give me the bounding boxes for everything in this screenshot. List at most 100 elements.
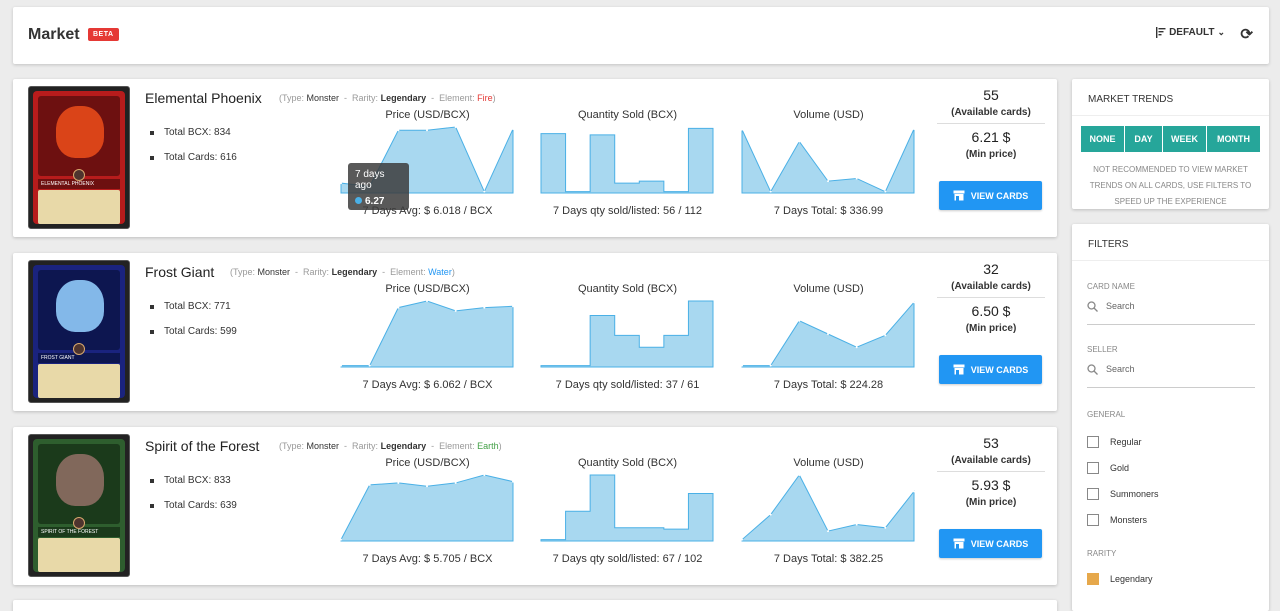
card-stats: Total BCX: 833 Total Cards: 639	[150, 475, 237, 525]
price-chart-svg[interactable]	[340, 299, 515, 369]
card-name-label: CARD NAME	[1087, 282, 1136, 291]
card-name[interactable]: Frost Giant	[145, 264, 214, 280]
card-stats: Total BCX: 771 Total Cards: 599	[150, 301, 237, 351]
checkbox-box	[1087, 488, 1099, 500]
total-bcx: Total BCX: 771	[150, 301, 237, 312]
foot-label: 7 Days Total:	[773, 205, 838, 217]
card-row-partial	[13, 600, 1057, 611]
page-title: Market	[28, 26, 80, 43]
trend-day-button[interactable]: DAY	[1125, 126, 1163, 152]
card-image[interactable]: FROST GIANT	[28, 260, 130, 403]
vol-point	[798, 140, 801, 143]
chart-foot: 7 Days Total: $ 336.99	[741, 205, 916, 217]
seller-label: SELLER	[1087, 345, 1118, 354]
vol-point	[884, 334, 887, 337]
seller-input[interactable]: Search	[1087, 364, 1255, 388]
quantity-chart-svg[interactable]	[540, 299, 715, 369]
vol-point	[769, 513, 772, 516]
price-chart-svg[interactable]	[340, 473, 515, 543]
foot-label: 7 Days Avg:	[362, 379, 421, 391]
view-cards-button[interactable]: VIEW CARDS	[939, 355, 1042, 384]
chart-title: Volume (USD)	[793, 109, 864, 121]
foot-value: 37 / 61	[665, 379, 700, 391]
market-trends-panel: MARKET TRENDS NONE DAY WEEK MONTH NOT RE…	[1072, 79, 1269, 209]
card-image[interactable]: SPIRIT OF THE FOREST	[28, 434, 130, 577]
rarity-label: Rarity:	[352, 441, 379, 451]
trend-month-button[interactable]: MONTH	[1207, 126, 1260, 152]
foot-value: 56 / 112	[663, 205, 702, 217]
volume-chart: Volume (USD) 7 Days Total: $ 224.28	[741, 283, 916, 391]
quantity-chart: Quantity Sold (BCX) 7 Days qty sold/list…	[540, 109, 715, 217]
view-cards-button[interactable]: VIEW CARDS	[939, 181, 1042, 210]
card-stats: Total BCX: 834 Total Cards: 616	[150, 127, 237, 177]
price-point	[340, 182, 342, 185]
chart-title: Quantity Sold (BCX)	[577, 283, 678, 295]
volume-chart-svg[interactable]	[741, 473, 916, 543]
vol-point	[913, 301, 915, 304]
price-chart: Price (USD/BCX) 7 Days Avg: $ 5.705 / BC…	[340, 457, 515, 565]
chart-title: Quantity Sold (BCX)	[577, 109, 678, 121]
type-label: (Type:	[279, 93, 305, 103]
quantity-chart: Quantity Sold (BCX) 7 Days qty sold/list…	[540, 283, 715, 391]
card-name[interactable]: Elemental Phoenix	[145, 90, 262, 106]
price-point	[483, 474, 486, 476]
refresh-icon[interactable]: ⟳	[1240, 25, 1253, 43]
total-cards-label: Total Cards:	[164, 500, 218, 511]
foot-value: $ 336.99	[840, 205, 884, 217]
element-value: Fire	[477, 93, 493, 103]
price-point	[454, 126, 457, 128]
foot-value: $ 382.25	[840, 553, 884, 565]
vol-point	[855, 523, 858, 526]
filters-panel: FILTERS CARD NAME Search SELLER Search G…	[1072, 224, 1269, 611]
chart-foot: 7 Days qty sold/listed: 67 / 102	[540, 553, 715, 565]
card-availability: 32 (Available cards) 6.50 $ (Min price)	[937, 261, 1045, 334]
chart-foot: 7 Days Avg: $ 5.705 / BCX	[340, 553, 515, 565]
store-icon	[953, 190, 965, 201]
quantity-chart-svg[interactable]	[540, 125, 715, 195]
foot-value: $ 224.28	[840, 379, 884, 391]
trend-none-button[interactable]: NONE	[1081, 126, 1125, 152]
card-art	[38, 96, 120, 176]
card-name-input[interactable]: Search	[1087, 301, 1255, 325]
filter-monsters-checkbox[interactable]: Monsters	[1087, 507, 1269, 533]
total-cards: Total Cards: 616	[150, 152, 237, 163]
card-meta: (Type: Monster - Rarity: Legendary - Ele…	[230, 267, 455, 277]
filter-gold-checkbox[interactable]: Gold	[1087, 455, 1269, 481]
filter-legendary-checkbox[interactable]: Legendary	[1087, 566, 1269, 592]
view-cards-label: VIEW CARDS	[970, 538, 1029, 549]
rarity-label: Rarity:	[303, 267, 330, 277]
qty-area	[540, 474, 714, 542]
price-point	[483, 190, 486, 193]
card-row: SPIRIT OF THE FOREST Spirit of the Fores…	[13, 427, 1057, 585]
sort-dropdown[interactable]: DEFAULT ⌄	[1155, 27, 1225, 38]
foot-value: $ 6.018 / BCX	[424, 205, 493, 217]
view-cards-button[interactable]: VIEW CARDS	[939, 529, 1042, 558]
qty-area	[540, 127, 714, 194]
checkbox-label: Regular	[1110, 437, 1142, 447]
vol-point	[769, 190, 772, 193]
total-bcx-value: 771	[214, 301, 231, 312]
quantity-chart-svg[interactable]	[540, 473, 715, 543]
vol-point	[769, 364, 772, 367]
card-name[interactable]: Spirit of the Forest	[145, 438, 259, 454]
filter-summoners-checkbox[interactable]: Summoners	[1087, 481, 1269, 507]
price-point	[426, 300, 428, 302]
volume-chart-svg[interactable]	[741, 299, 916, 369]
total-cards: Total Cards: 599	[150, 326, 237, 337]
chart-title: Price (USD/BCX)	[385, 109, 470, 121]
foot-label: 7 Days qty sold/listed:	[552, 205, 660, 217]
trend-buttons: NONE DAY WEEK MONTH	[1081, 126, 1269, 152]
element-label: Element:	[439, 441, 475, 451]
filter-regular-checkbox[interactable]: Regular	[1087, 429, 1269, 455]
store-icon	[953, 364, 965, 375]
rarity-value: Legendary	[380, 441, 427, 451]
trend-week-button[interactable]: WEEK	[1163, 126, 1207, 152]
total-cards-label: Total Cards:	[164, 326, 218, 337]
volume-chart-svg[interactable]	[741, 125, 916, 195]
vol-point	[827, 530, 829, 533]
chart-foot: 7 Days Total: $ 224.28	[741, 379, 916, 391]
total-cards-value: 639	[220, 500, 237, 511]
general-label: GENERAL	[1087, 410, 1126, 419]
checkbox-label: Gold	[1110, 463, 1130, 473]
card-image[interactable]: ELEMENTAL PHOENIX	[28, 86, 130, 229]
